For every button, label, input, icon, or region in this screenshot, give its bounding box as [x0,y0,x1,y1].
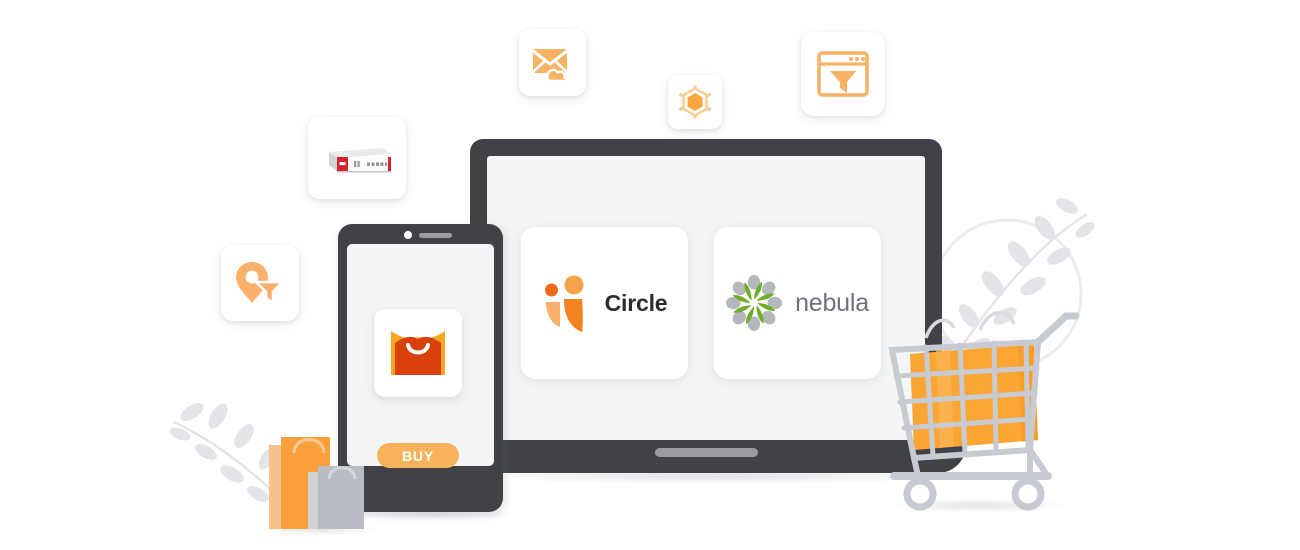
buy-button[interactable]: BUY [377,443,459,468]
tile-network-appliance[interactable] [308,117,406,199]
brand-card-circle[interactable]: Circle [521,227,688,379]
browser-funnel-filter-icon [817,51,869,97]
shopping-cart[interactable] [880,280,1080,520]
bag-grey-handle-icon [327,466,357,480]
brand-name-nebula: nebula [795,288,869,317]
network-firewall-appliance-icon [329,148,391,173]
earpiece-speaker-icon [419,233,452,238]
laptop-trackpad-notch [655,448,758,457]
envelope-cloud-icon [531,48,568,82]
bag-orange-handle-icon [292,438,326,454]
location-pin-funnel-icon [236,262,284,305]
tile-web-filter[interactable] [801,32,885,116]
nebula-logo-icon [726,275,783,331]
cart-wheel-right [1011,477,1045,511]
cart-wheel-left [903,477,937,511]
illustration-canvas: Circle nebula BUY [0,0,1300,550]
circle-logo-icon [544,275,584,332]
brand-name-circle: Circle [604,289,668,316]
tile-cloud-email[interactable] [519,29,586,96]
hexagon-gear-icon [678,85,712,119]
front-camera-icon [404,231,412,239]
tile-settings[interactable] [668,75,722,129]
tile-geo-filter[interactable] [221,245,299,321]
brand-card-nebula[interactable]: nebula [714,227,881,379]
shopping-bag-app-tile[interactable] [374,309,462,397]
shopping-bag-app-icon [391,331,445,375]
